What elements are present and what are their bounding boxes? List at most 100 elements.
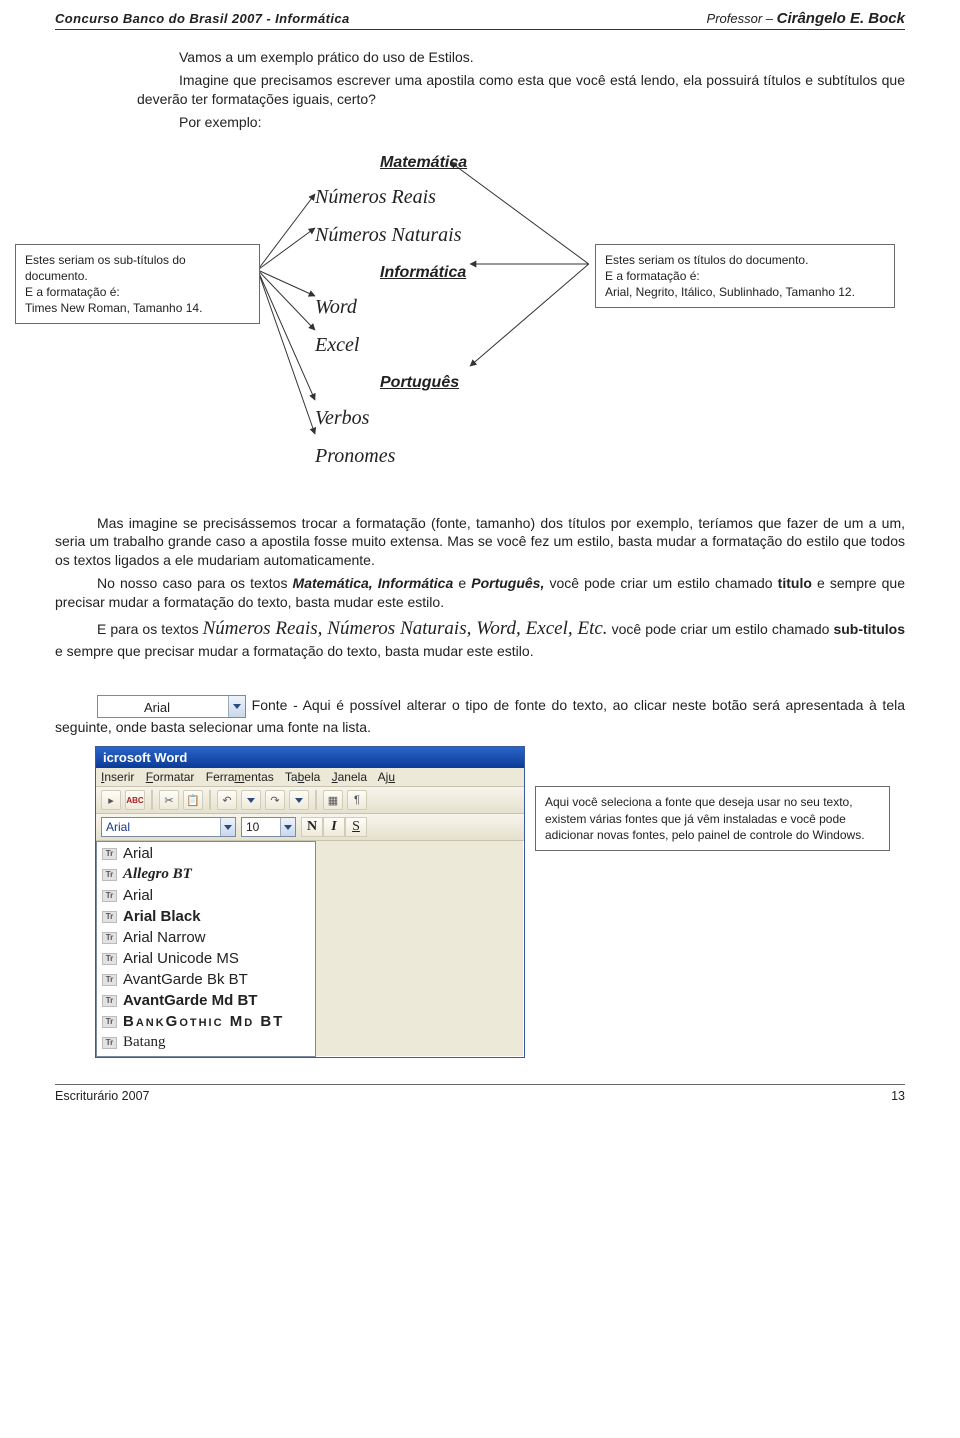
menu-ajuda[interactable]: Aju	[378, 770, 395, 784]
tool-spellcheck-icon[interactable]: ABC	[125, 790, 145, 810]
menu-tabela[interactable]: Tabela	[285, 770, 320, 784]
intro-p3: Por exemplo:	[137, 113, 905, 132]
sub-pronomes: Pronomes	[315, 437, 395, 475]
font-option-label: AvantGarde Md BT	[123, 992, 257, 1009]
font-combo-dropdown-button[interactable]	[228, 696, 245, 717]
font-name-dropdown-button[interactable]	[220, 818, 235, 836]
toolbar-separator	[315, 790, 317, 810]
bold-italic-underline-group: N I S	[301, 817, 367, 837]
title-portugues: Português	[380, 368, 459, 398]
page-header: Concurso Banco do Brasil 2007 - Informát…	[55, 10, 905, 30]
footer-left: Escriturário 2007	[55, 1089, 150, 1103]
font-option[interactable]: Tr AvantGarde Bk BT	[97, 969, 315, 990]
font-option-label: AvantGarde Bk BT	[123, 971, 248, 988]
chevron-down-icon	[247, 798, 255, 803]
truetype-icon: Tr	[102, 848, 117, 860]
font-option[interactable]: Tr Arial	[97, 885, 315, 906]
font-size-selector[interactable]: 10	[241, 817, 296, 837]
sub-excel: Excel	[315, 326, 359, 364]
truetype-icon: Tr	[102, 869, 117, 881]
word-standard-toolbar: ▸ ABC ✂ 📋 ↶ ↷ ▦ ¶	[96, 787, 524, 814]
font-dropdown-list[interactable]: TrArialTrAllegro BTTrArialTrArial BlackT…	[96, 841, 316, 1057]
chevron-down-icon	[295, 798, 303, 803]
header-left: Concurso Banco do Brasil 2007 - Informát…	[55, 11, 350, 26]
truetype-icon: Tr	[102, 974, 117, 986]
font-option-label: Batang	[123, 1034, 166, 1051]
page-footer: Escriturário 2007 13	[55, 1084, 905, 1103]
menu-ferramentas[interactable]: Ferramentas	[206, 770, 274, 784]
tool-misc-icon[interactable]: ▦	[323, 790, 343, 810]
font-option-label: Arial Narrow	[123, 929, 206, 946]
title-informatica: Informática	[380, 258, 466, 288]
font-option[interactable]: Tr AvantGarde Md BT	[97, 990, 315, 1011]
sub-numeros-reais: Números Reais	[315, 178, 436, 216]
tool-undo-icon[interactable]: ↶	[217, 790, 237, 810]
chevron-down-icon	[233, 704, 241, 709]
expl-p1: Mas imagine se precisássemos trocar a fo…	[55, 514, 905, 571]
truetype-icon: Tr	[102, 953, 117, 965]
word-format-toolbar: Arial 10 N I S	[96, 814, 524, 841]
styles-diagram: Matemática Números Reais Números Naturai…	[55, 144, 905, 504]
tool-redo-icon[interactable]: ↷	[265, 790, 285, 810]
truetype-icon: Tr	[102, 995, 117, 1007]
sub-numeros-naturais: Números Naturais	[315, 216, 462, 254]
toolbar-separator	[151, 790, 153, 810]
footer-page-number: 13	[891, 1089, 905, 1103]
sub-verbos: Verbos	[315, 399, 369, 437]
font-size-field: 10	[242, 820, 280, 834]
tool-dropdown-icon[interactable]	[289, 790, 309, 810]
expl-p3: E para os textos Números Reais, Números …	[55, 616, 905, 661]
font-option[interactable]: Tr Arial Narrow	[97, 927, 315, 948]
italic-button[interactable]: I	[323, 817, 345, 837]
tool-misc-icon[interactable]: ¶	[347, 790, 367, 810]
word-menubar[interactable]: IInserirnserir Formatar Ferramentas Tabe…	[96, 768, 524, 787]
word-titlebar: icrosoft Word	[96, 747, 524, 768]
font-option[interactable]: Tr Arial Black	[97, 906, 315, 927]
font-option[interactable]: TrArial Unicode MS	[97, 948, 315, 969]
underline-button[interactable]: S	[345, 817, 367, 837]
font-name-field: Arial	[102, 820, 220, 834]
bold-button[interactable]: N	[301, 817, 323, 837]
outline-list: Matemática Números Reais Números Naturai…	[315, 144, 575, 475]
truetype-icon: Tr	[102, 1037, 117, 1049]
font-name-selector[interactable]: Arial	[101, 817, 236, 837]
tool-paste-icon[interactable]: 📋	[183, 790, 203, 810]
font-combo-paragraph: Arial Fonte - Aqui é possível alterar o …	[55, 695, 905, 737]
title-matematica: Matemática	[380, 148, 467, 178]
explanation-block: Mas imagine se precisássemos trocar a fo…	[55, 514, 905, 661]
truetype-icon: Tr	[102, 1016, 117, 1028]
word-callout-note: Aqui você seleciona a fonte que deseja u…	[535, 786, 890, 851]
menu-inserir[interactable]: IInserirnserir	[101, 770, 134, 784]
word-screenshot-area: icrosoft Word IInserirnserir Formatar Fe…	[55, 746, 905, 1058]
truetype-icon: Tr	[102, 911, 117, 923]
font-option[interactable]: Tr Arial	[97, 843, 315, 864]
expl-p2: No nosso caso para os textos Matemática,…	[55, 574, 905, 612]
menu-formatar[interactable]: Formatar	[146, 770, 195, 784]
font-name-combobox[interactable]: Arial	[97, 695, 246, 718]
font-option-label: Arial	[123, 845, 153, 862]
font-option-label: Arial	[123, 887, 153, 904]
font-option[interactable]: Tr BankGothic Md BT	[97, 1011, 315, 1032]
intro-p2: Imagine que precisamos escrever uma apos…	[137, 71, 905, 109]
tool-dropdown-icon[interactable]	[241, 790, 261, 810]
font-option[interactable]: Tr Allegro BT	[97, 864, 315, 885]
tool-cut-icon[interactable]: ✂	[159, 790, 179, 810]
font-option-label: BankGothic Md BT	[123, 1013, 284, 1030]
font-option-label: Allegro BT	[123, 866, 192, 883]
truetype-icon: Tr	[102, 932, 117, 944]
left-callout: Estes seriam os sub-títulos do documento…	[15, 244, 260, 325]
word-window: icrosoft Word IInserirnserir Formatar Fe…	[95, 746, 525, 1058]
truetype-icon: Tr	[102, 890, 117, 902]
sub-word: Word	[315, 288, 357, 326]
font-size-dropdown-button[interactable]	[280, 818, 295, 836]
header-right: Professor – Cirângelo E. Bock	[707, 10, 905, 27]
font-option[interactable]: Tr Batang	[97, 1032, 315, 1053]
font-name-value: Arial	[98, 696, 228, 717]
chevron-down-icon	[284, 825, 292, 830]
intro-p1: Vamos a um exemplo prático do uso de Est…	[137, 48, 905, 67]
menu-janela[interactable]: Janela	[332, 770, 367, 784]
tool-save-icon[interactable]: ▸	[101, 790, 121, 810]
right-callout: Estes seriam os títulos do documento. E …	[595, 244, 895, 309]
font-option-label: Arial Black	[123, 908, 201, 925]
intro-block: Vamos a um exemplo prático do uso de Est…	[137, 48, 905, 132]
